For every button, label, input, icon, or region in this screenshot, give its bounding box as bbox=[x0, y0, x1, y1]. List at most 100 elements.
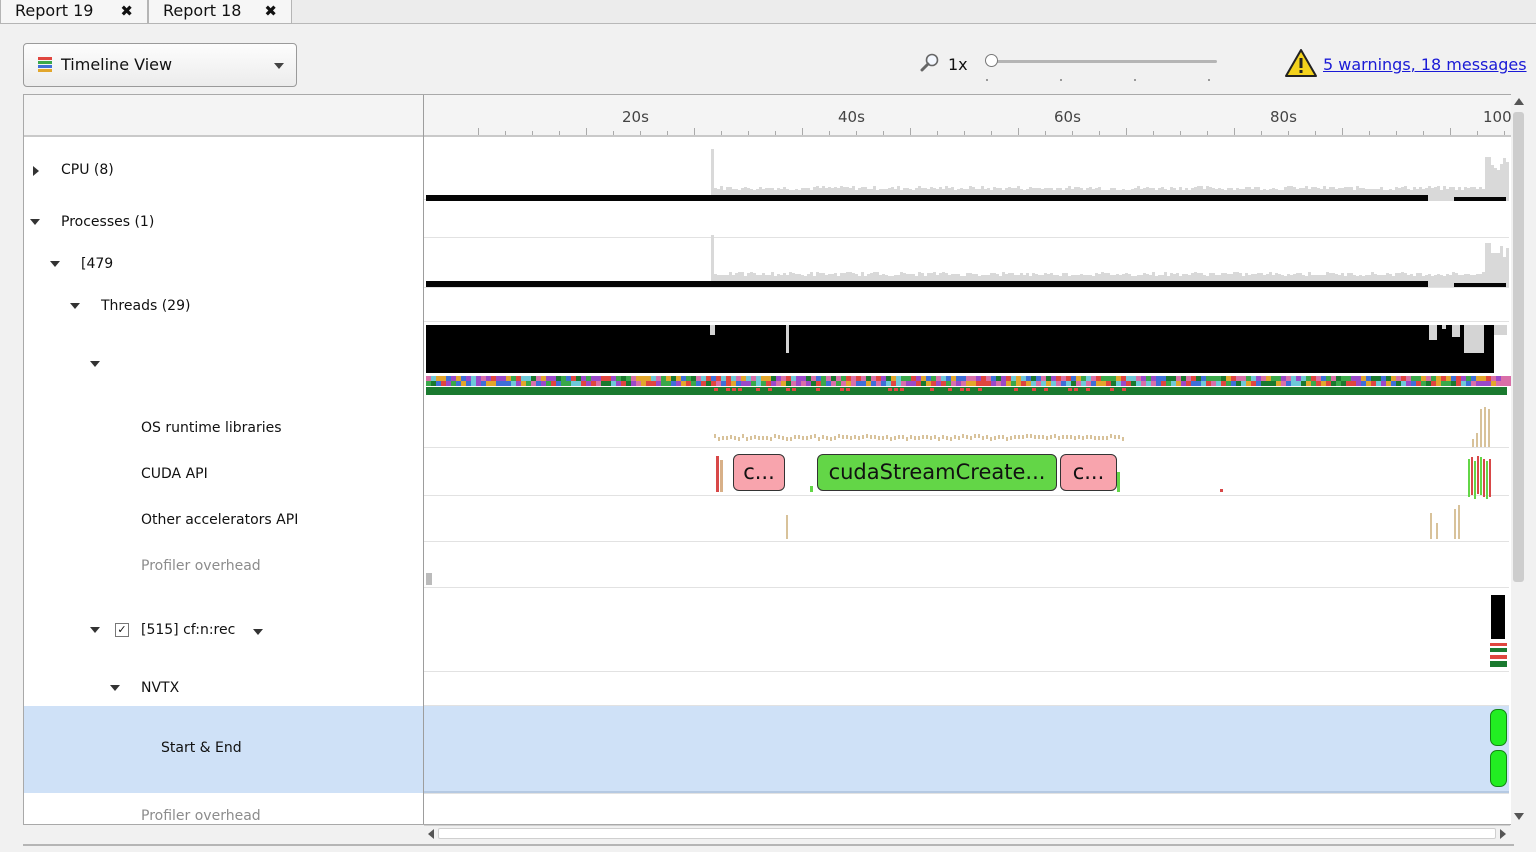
scroll-up-icon[interactable] bbox=[1514, 98, 1524, 105]
nvtx-range-end[interactable] bbox=[1490, 750, 1507, 787]
cpu-usage-bar bbox=[1506, 247, 1509, 287]
thread-checkbox[interactable]: ✓ bbox=[115, 623, 129, 637]
os-runtime-bar bbox=[762, 435, 764, 440]
row-separator bbox=[424, 287, 1509, 288]
row-separator bbox=[424, 237, 1509, 238]
os-runtime-bar bbox=[1034, 435, 1036, 440]
os-runtime-bar bbox=[742, 434, 744, 439]
horizontal-scrollbar[interactable] bbox=[424, 825, 1510, 840]
row-process[interactable]: [479 bbox=[81, 256, 113, 272]
nvtx-range-start[interactable] bbox=[1490, 709, 1507, 746]
cuda-api-mark bbox=[1117, 472, 1120, 492]
timeline-stack-icon bbox=[38, 57, 52, 74]
os-runtime-bar bbox=[938, 436, 940, 441]
os-runtime-bar bbox=[746, 436, 748, 441]
row-os-runtime[interactable]: OS runtime libraries bbox=[141, 420, 282, 436]
collapse-icon[interactable] bbox=[90, 361, 100, 367]
scroll-right-icon[interactable] bbox=[1500, 829, 1506, 839]
os-runtime-bar bbox=[966, 435, 968, 440]
os-runtime-bar bbox=[1090, 434, 1092, 439]
os-runtime-bar bbox=[774, 434, 776, 439]
cuda-call-block[interactable]: cudaStreamCreate... bbox=[817, 454, 1057, 491]
os-runtime-bar bbox=[806, 435, 808, 440]
os-runtime-bar bbox=[1030, 434, 1032, 439]
thread-activity-gap bbox=[1494, 325, 1507, 335]
row-tree-pane: CPU (8) Processes (1) [479 Threads (29) … bbox=[24, 95, 424, 824]
scroll-left-icon[interactable] bbox=[428, 829, 434, 839]
thread-state-mark bbox=[1068, 388, 1072, 391]
os-runtime-bar bbox=[1094, 435, 1096, 440]
os-runtime-bar bbox=[786, 436, 788, 441]
zoom-slider[interactable] bbox=[985, 53, 1217, 83]
row-processes[interactable]: Processes (1) bbox=[61, 214, 154, 230]
scrollbar-thumb[interactable] bbox=[438, 828, 1496, 839]
collapse-icon[interactable] bbox=[70, 303, 80, 309]
row-nvtx[interactable]: NVTX bbox=[141, 680, 179, 696]
slider-tick bbox=[1208, 79, 1210, 81]
row-cuda-api[interactable]: CUDA API bbox=[141, 466, 208, 482]
cpu-usage-line bbox=[1454, 197, 1506, 201]
timeline-frame: CPU (8) Processes (1) [479 Threads (29) … bbox=[23, 94, 1514, 825]
row-profiler-overhead[interactable]: Profiler overhead bbox=[141, 808, 261, 824]
view-select-dropdown[interactable]: Timeline View bbox=[23, 43, 297, 87]
collapse-icon[interactable] bbox=[50, 261, 60, 267]
close-icon[interactable]: ✖ bbox=[120, 0, 133, 22]
row-profiler-overhead[interactable]: Profiler overhead bbox=[141, 558, 261, 574]
scrollbar-thumb[interactable] bbox=[1513, 112, 1524, 582]
os-runtime-bar bbox=[1110, 434, 1112, 439]
expand-icon[interactable] bbox=[33, 166, 39, 176]
warnings-link[interactable]: 5 warnings, 18 messages bbox=[1323, 55, 1527, 74]
os-runtime-bar bbox=[990, 436, 992, 441]
collapse-icon[interactable] bbox=[90, 627, 100, 633]
row-cpu[interactable]: CPU (8) bbox=[61, 162, 114, 178]
os-runtime-bar bbox=[1476, 433, 1478, 447]
thread-activity bbox=[426, 325, 1494, 373]
os-runtime-bar bbox=[1026, 434, 1028, 439]
thread-activity-gap bbox=[1464, 325, 1484, 353]
os-runtime-bar bbox=[954, 435, 956, 440]
thread-state-mark bbox=[930, 388, 934, 391]
tab-report-19[interactable]: Report 19 ✖ bbox=[0, 0, 148, 24]
os-runtime-bar bbox=[866, 434, 868, 439]
tab-report-18[interactable]: Report 18 ✖ bbox=[148, 0, 292, 24]
row-other-accelerators[interactable]: Other accelerators API bbox=[141, 512, 298, 528]
cuda-api-mark bbox=[1480, 456, 1482, 495]
os-runtime-bar bbox=[1002, 435, 1004, 440]
thread-state-mark bbox=[786, 388, 790, 391]
row-thread-515[interactable]: [515] cf:n:rec bbox=[141, 622, 235, 638]
cuda-call-block[interactable]: c... bbox=[733, 454, 785, 491]
collapse-icon[interactable] bbox=[30, 219, 40, 225]
thread-state-mark bbox=[1044, 388, 1048, 391]
slider-handle[interactable] bbox=[985, 54, 998, 67]
os-runtime-bar bbox=[778, 434, 780, 439]
scroll-down-icon[interactable] bbox=[1514, 813, 1524, 820]
cpu-usage-bar bbox=[1506, 162, 1509, 201]
close-icon[interactable]: ✖ bbox=[264, 0, 277, 22]
os-runtime-bar bbox=[758, 435, 760, 440]
os-runtime-bar bbox=[782, 436, 784, 441]
chevron-down-icon[interactable] bbox=[253, 629, 263, 635]
thread-state-mark bbox=[966, 388, 970, 391]
row-separator bbox=[424, 793, 1509, 794]
thread-activity-gap bbox=[1429, 325, 1437, 340]
tab-label: Report 19 bbox=[15, 1, 94, 20]
os-runtime-bar bbox=[906, 436, 908, 441]
thread-state-mark bbox=[900, 388, 904, 391]
cuda-call-block[interactable]: c... bbox=[1060, 454, 1117, 491]
row-threads[interactable]: Threads (29) bbox=[101, 298, 190, 314]
os-runtime-bar bbox=[1102, 435, 1104, 440]
row-start-end[interactable]: Start & End bbox=[161, 740, 242, 756]
thread-state-mark bbox=[1122, 388, 1126, 391]
cuda-api-mark bbox=[720, 460, 723, 492]
thread-activity-gap bbox=[1442, 325, 1446, 329]
collapse-icon[interactable] bbox=[110, 685, 120, 691]
thread-state-mark bbox=[768, 388, 772, 391]
os-runtime-bar bbox=[770, 436, 772, 441]
timeline-pane[interactable]: 20s 40s 60s 80s 100 c... cudaStreamCreat… bbox=[424, 95, 1513, 824]
os-runtime-bar bbox=[1006, 436, 1008, 441]
vertical-scrollbar[interactable] bbox=[1511, 94, 1526, 825]
tab-label: Report 18 bbox=[163, 1, 242, 20]
thread-state-mark bbox=[732, 388, 736, 391]
thread-state-mark bbox=[1110, 388, 1114, 391]
os-runtime-bar bbox=[978, 434, 980, 439]
